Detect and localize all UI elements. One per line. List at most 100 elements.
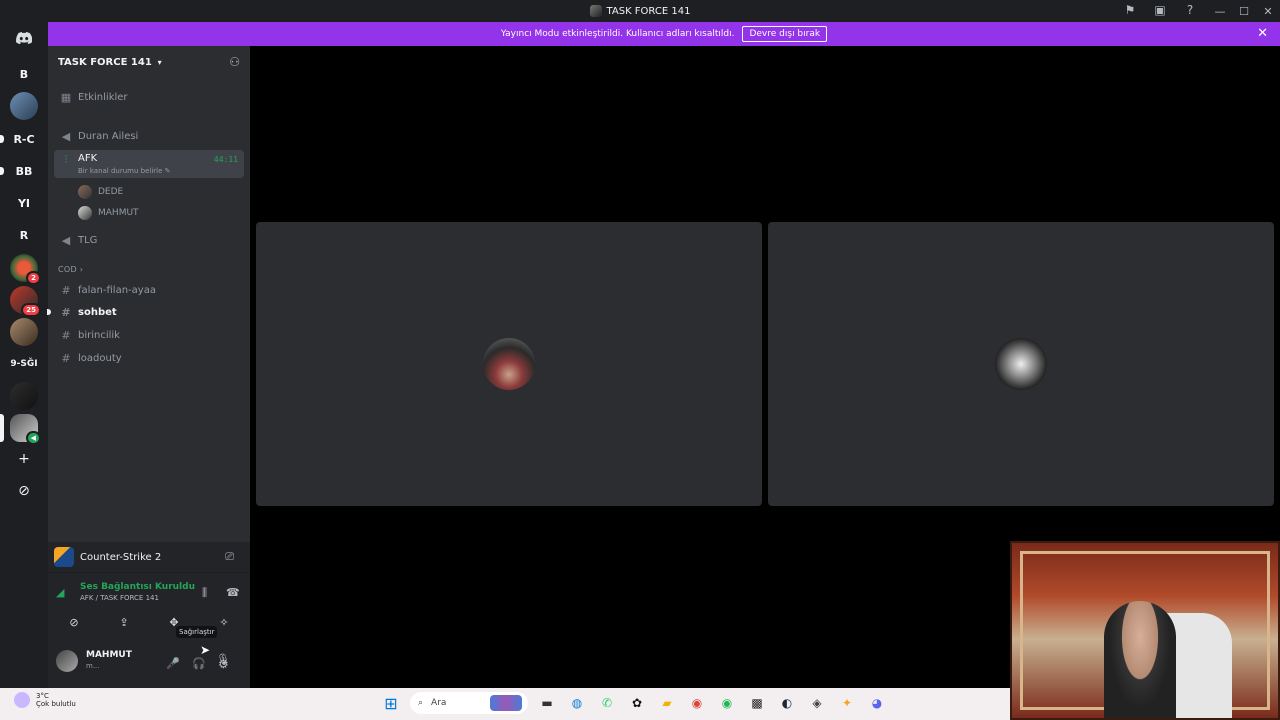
voice-user[interactable]: DEDE xyxy=(78,183,123,201)
participant-avatar xyxy=(995,338,1047,390)
hash-icon: # xyxy=(61,351,71,365)
participant-tile[interactable] xyxy=(256,222,762,506)
activity-bar[interactable]: Counter-Strike 2 ⎚ xyxy=(54,546,244,568)
noise-suppression-icon[interactable]: ⫼ xyxy=(202,586,207,600)
activity-name: Counter-Strike 2 xyxy=(80,551,162,563)
guild-header[interactable]: TASK FORCE 141 ▾ ⚇ xyxy=(48,46,250,78)
banner-message: Yayıncı Modu etkinleştirildi. Kullanıcı … xyxy=(500,29,735,39)
server-target[interactable]: 2 xyxy=(10,254,41,285)
add-server-icon[interactable]: + xyxy=(10,445,38,473)
help-icon[interactable]: ? xyxy=(1182,3,1198,17)
search-highlight-icon xyxy=(490,695,522,711)
channel-label: AFK xyxy=(78,153,98,164)
disconnect-icon[interactable]: ☎ xyxy=(226,586,240,599)
channel-sidebar: TASK FORCE 141 ▾ ⚇ ▦ Etkinlikler ◀ Duran… xyxy=(47,46,250,688)
voice-channel-label[interactable]: AFK / TASK FORCE 141 xyxy=(80,594,159,602)
server-c[interactable]: 25 xyxy=(10,286,41,317)
server-dark[interactable] xyxy=(10,382,38,410)
signal-icon[interactable]: ◢ xyxy=(56,586,64,599)
channel-label: falan-filan-ayaa xyxy=(78,284,156,296)
avatar[interactable] xyxy=(56,650,78,672)
unread-pill xyxy=(0,167,4,175)
steam-icon[interactable]: ◐ xyxy=(776,692,798,714)
events-item[interactable]: ▦ Etkinlikler xyxy=(54,87,244,107)
weather-widget[interactable]: 3°C Çok bulutlu xyxy=(14,692,76,708)
voice-user[interactable]: MAHMUT xyxy=(78,204,139,222)
server-photo[interactable] xyxy=(10,318,38,346)
voice-user-name: DEDE xyxy=(98,187,124,197)
windows-start-icon[interactable]: ⊞ xyxy=(380,692,402,714)
server-b[interactable]: B xyxy=(10,60,38,88)
text-channel[interactable]: # loadouty xyxy=(54,348,244,368)
voice-channel-afk[interactable]: ⫶ AFK 44:11 Bir kanal durumu belirle ✎ xyxy=(54,150,244,178)
explore-icon[interactable]: ⊘ xyxy=(10,477,38,505)
server-9-sgi[interactable]: 9-SĞI xyxy=(10,350,38,378)
hash-icon: # xyxy=(61,305,71,319)
server-bb[interactable]: BB xyxy=(10,157,38,185)
game-icon xyxy=(54,547,74,567)
title-bar: TASK FORCE 141 ⚑ ▣ ? — ☐ ✕ xyxy=(0,0,1280,22)
server-yi[interactable]: YI xyxy=(10,189,38,217)
webcam-overlay xyxy=(1010,541,1280,720)
voice-active-icon: ⫶ xyxy=(64,153,68,166)
close-button[interactable]: ✕ xyxy=(1256,0,1280,22)
speaker-icon: ◀ xyxy=(61,233,71,247)
chevron-down-icon: › xyxy=(79,265,84,274)
taskbar-search[interactable]: ⌕ Ara xyxy=(410,692,528,714)
voice-connected-label[interactable]: Ses Bağlantısı Kuruldu xyxy=(80,582,195,592)
channel-status[interactable]: Bir kanal durumu belirle ✎ xyxy=(78,167,171,175)
cursor-icon: ➤ xyxy=(200,643,211,657)
close-icon[interactable]: ✕ xyxy=(1257,26,1268,41)
maximize-button[interactable]: ☐ xyxy=(1232,0,1256,22)
app-icon[interactable]: ◈ xyxy=(806,692,828,714)
avatar xyxy=(78,185,92,199)
whatsapp-icon[interactable]: ✆ xyxy=(596,692,618,714)
avatar xyxy=(78,206,92,220)
inbox-icon[interactable]: ▣ xyxy=(1152,3,1168,17)
server-task-force-141[interactable]: ◀ xyxy=(10,414,41,445)
edge-icon[interactable]: ◍ xyxy=(566,692,588,714)
epic-games-icon[interactable]: ▩ xyxy=(746,692,768,714)
voice-channel-duran[interactable]: ◀ Duran Ailesi xyxy=(54,126,244,146)
minimize-button[interactable]: — xyxy=(1208,0,1232,22)
user-controls: 🎤 🎧 ⚙ ➤ xyxy=(164,643,250,675)
chrome-icon[interactable]: ◉ xyxy=(686,692,708,714)
channel-label: loadouty xyxy=(78,352,122,364)
headphones-icon[interactable]: 🎧 xyxy=(192,657,206,670)
server-avatar[interactable] xyxy=(10,92,38,120)
mention-badge: 25 xyxy=(21,303,41,317)
search-placeholder: Ara xyxy=(431,698,447,708)
taskbar-apps: ⊞ ⌕ Ara ▬ ◍ ✆ ✿ ▰ ◉ ◉ ▩ ◐ ◈ ✦ ◕ xyxy=(380,692,888,714)
flag-icon[interactable]: ⚑ xyxy=(1122,3,1138,17)
selected-pill xyxy=(0,414,4,442)
invite-icon[interactable]: ⚇ xyxy=(229,55,240,69)
chatgpt-icon[interactable]: ✿ xyxy=(626,692,648,714)
microphone-icon[interactable]: 🎤 xyxy=(166,657,180,670)
user-name[interactable]: MAHMUT xyxy=(86,650,132,660)
server-r[interactable]: R xyxy=(10,221,38,249)
window-title-text: TASK FORCE 141 xyxy=(606,5,691,17)
counter-strike-icon[interactable]: ✦ xyxy=(836,692,858,714)
voice-channel-tlg[interactable]: ◀ TLG xyxy=(54,230,244,250)
user-status: m... xyxy=(86,662,100,670)
text-channel[interactable]: # falan-filan-ayaa xyxy=(54,280,244,300)
participant-tile[interactable] xyxy=(768,222,1274,506)
chevron-down-icon: ▾ xyxy=(154,57,162,67)
discord-home-icon[interactable] xyxy=(10,24,38,52)
channel-label: sohbet xyxy=(78,306,117,318)
screen-share-icon[interactable]: ⇪ xyxy=(104,612,144,632)
task-view-icon[interactable]: ▬ xyxy=(536,692,558,714)
disable-streamer-mode-button[interactable]: Devre dışı bırak xyxy=(742,26,828,42)
file-explorer-icon[interactable]: ▰ xyxy=(656,692,678,714)
spotify-icon[interactable]: ◉ xyxy=(716,692,738,714)
server-r-c[interactable]: R-C xyxy=(10,125,38,153)
discord-icon[interactable]: ◕ xyxy=(866,692,888,714)
voice-user-name: MAHMUT xyxy=(98,208,139,218)
category-cod[interactable]: COD › xyxy=(58,265,83,274)
stream-icon[interactable]: ⎚ xyxy=(225,550,234,564)
text-channel[interactable]: # birincilik xyxy=(54,325,244,345)
guild-name: TASK FORCE 141 xyxy=(58,56,152,68)
gear-icon[interactable]: ⚙ xyxy=(218,657,229,671)
camera-off-icon[interactable]: ⊘ xyxy=(54,612,94,632)
text-channel[interactable]: # sohbet xyxy=(54,302,244,322)
